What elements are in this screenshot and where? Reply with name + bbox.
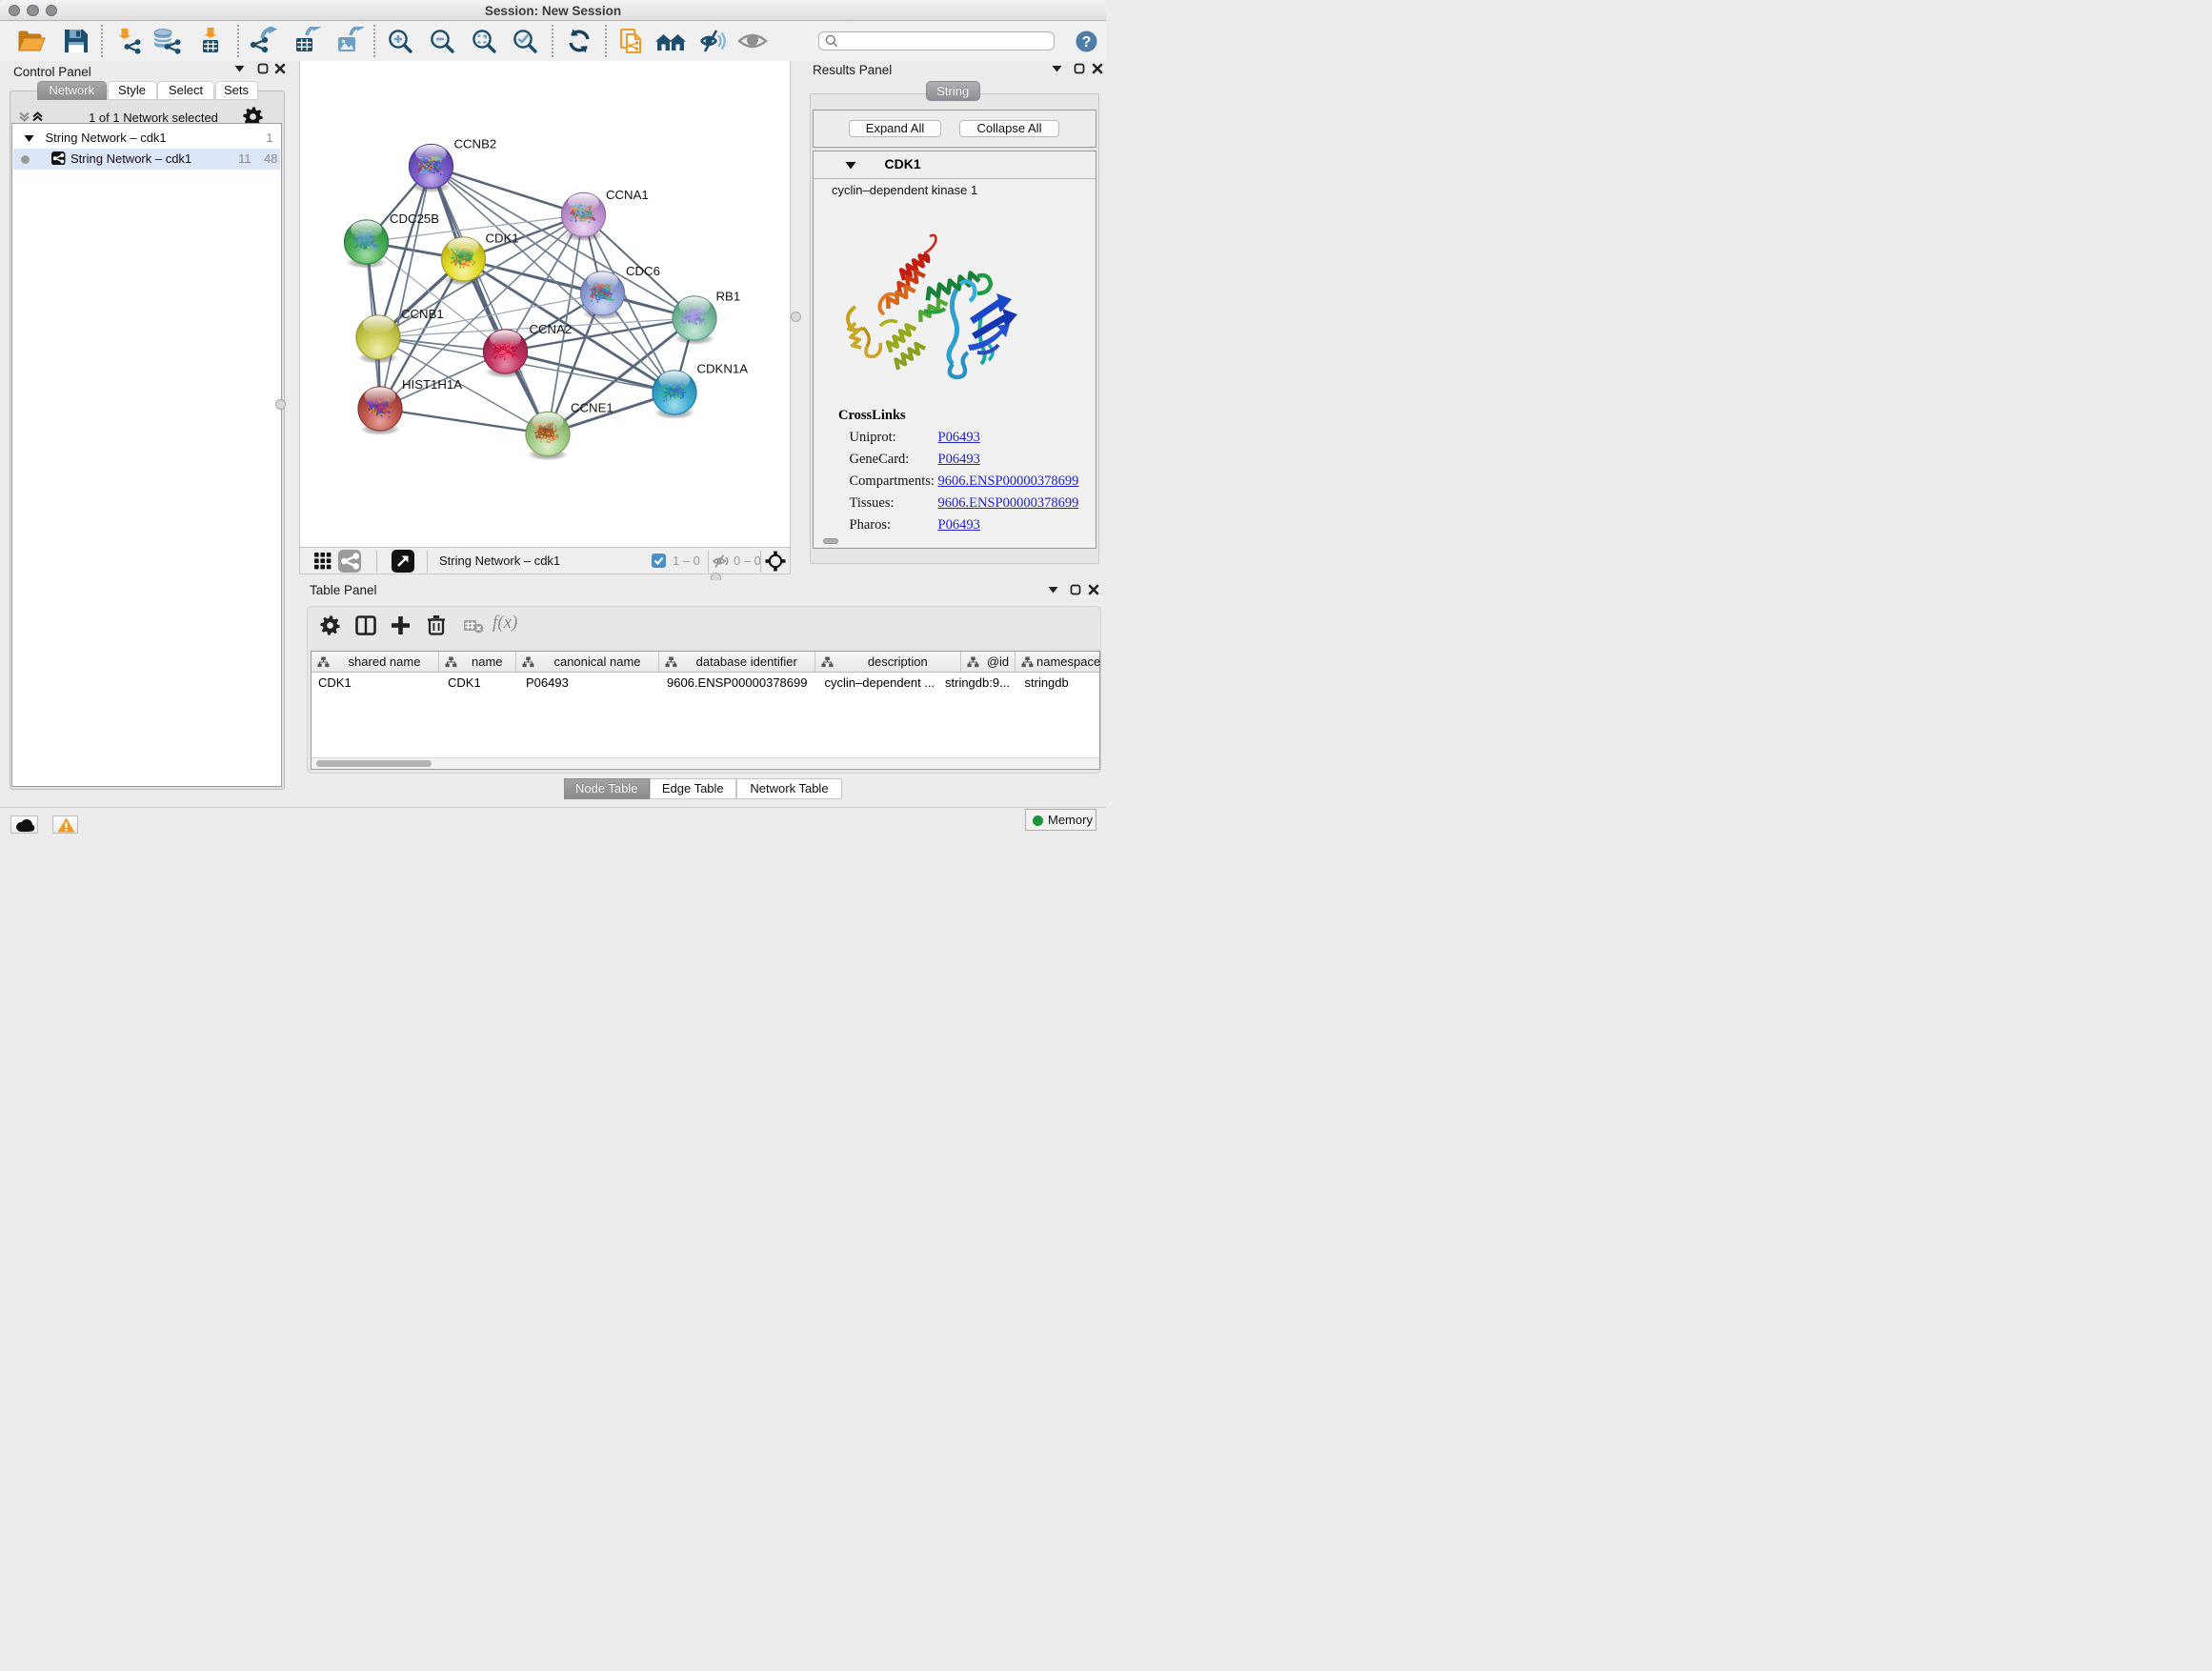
svg-text:CDC6: CDC6 [626,264,660,278]
svg-text:CDKN1A: CDKN1A [697,361,749,375]
svg-text:HIST1H1A: HIST1H1A [402,377,462,392]
svg-text:?: ? [1082,34,1092,50]
svg-text:CCNE1: CCNE1 [571,400,613,414]
svg-text:CDK1: CDK1 [486,231,519,245]
svg-text:CCNA2: CCNA2 [530,322,573,336]
svg-text:CDC25B: CDC25B [390,211,439,226]
svg-text:RB1: RB1 [716,289,741,303]
svg-text:CCNB2: CCNB2 [454,136,497,151]
svg-text:CCNB1: CCNB1 [401,307,444,321]
svg-text:CCNA1: CCNA1 [606,188,649,202]
